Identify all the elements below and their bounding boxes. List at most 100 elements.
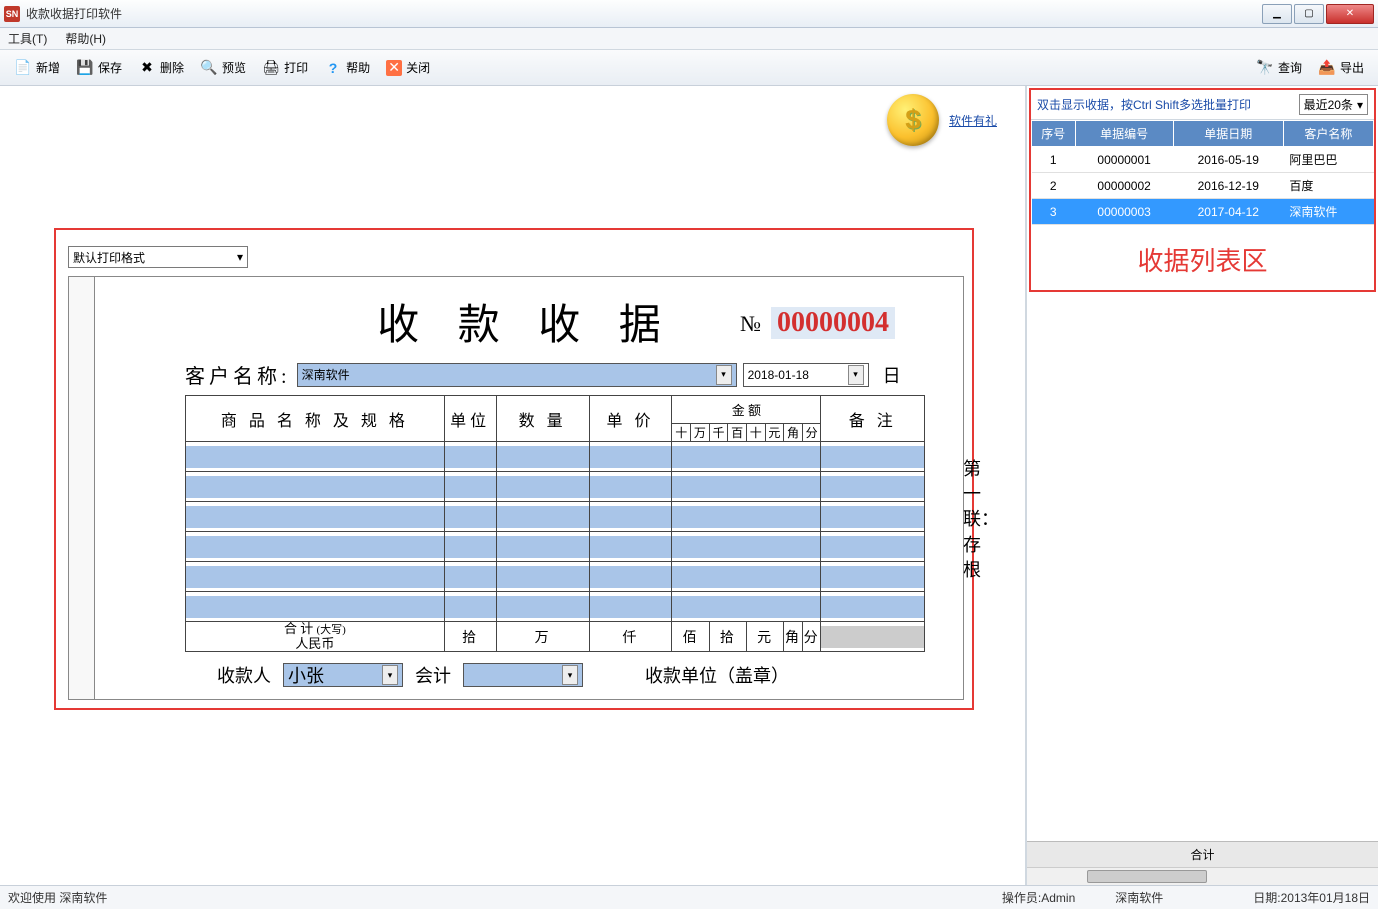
col-price: 单 价 (589, 396, 672, 442)
sum-row: 合计 (1027, 841, 1378, 867)
binoculars-icon: 🔭 (1256, 59, 1274, 77)
help-button[interactable]: ? 帮助 (316, 56, 378, 80)
list-row[interactable]: 2000000022016-12-19百度 (1032, 173, 1374, 199)
status-bar: 欢迎使用 深南软件 操作员:Admin 深南软件 日期:2013年01月18日 (0, 885, 1378, 909)
status-operator: 操作员:Admin (1002, 889, 1075, 906)
save-button[interactable]: 💾 保存 (68, 56, 130, 80)
customer-label: 客户名称: (185, 360, 291, 389)
print-icon: 🖨 (262, 59, 280, 77)
copy-side-text: 第一联：存 根 (963, 457, 983, 583)
chevron-down-icon: ▾ (382, 665, 398, 685)
menu-help[interactable]: 帮助(H) (65, 30, 106, 47)
chevron-down-icon: ▾ (848, 365, 864, 385)
chevron-down-icon: ▾ (1357, 98, 1363, 112)
app-icon: SN (4, 6, 20, 22)
export-button[interactable]: 📤 导出 (1310, 56, 1372, 80)
customer-combo[interactable]: 深南软件 ▾ (297, 363, 737, 387)
recent-select[interactable]: 最近20条 ▾ (1299, 94, 1368, 115)
search-button[interactable]: 🔭 查询 (1248, 56, 1310, 80)
window-title: 收款收据打印软件 (26, 5, 1260, 22)
receipt-list-table: 序号 单据编号 单据日期 客户名称 1000000012016-05-19阿里巴… (1031, 120, 1374, 225)
help-label: 帮助 (346, 59, 370, 76)
col-seq[interactable]: 序号 (1032, 121, 1076, 147)
col-product: 商 品 名 称 及 规 格 (186, 396, 445, 442)
maximize-button[interactable]: ▢ (1294, 4, 1324, 24)
item-row[interactable] (186, 502, 925, 532)
preview-button[interactable]: 🔍 预览 (192, 56, 254, 80)
col-remark: 备 注 (821, 396, 925, 442)
col-doc-date[interactable]: 单据日期 (1173, 121, 1283, 147)
payee-label: 收款人 (217, 662, 271, 688)
coin-icon: $ (887, 94, 939, 146)
col-unit: 单位 (444, 396, 496, 442)
receipt-no-label: № (740, 311, 761, 337)
total-row: 合 计 (大写) 人民币 拾 万 仟 佰 拾 元 角 分 (186, 622, 925, 652)
save-label: 保存 (98, 59, 122, 76)
scrollbar-thumb[interactable] (1087, 870, 1207, 883)
col-qty: 数 量 (496, 396, 589, 442)
day-label: 日 (883, 362, 901, 388)
payee-value: 小张 (288, 662, 324, 688)
item-row[interactable] (186, 592, 925, 622)
delete-label: 删除 (160, 59, 184, 76)
receipt-list-pane: 双击显示收据，按Ctrl Shift多选批量打印 最近20条 ▾ 序号 单据编号… (1026, 86, 1378, 885)
col-doc-no[interactable]: 单据编号 (1075, 121, 1173, 147)
list-row[interactable]: 1000000012016-05-19阿里巴巴 (1032, 147, 1374, 173)
title-bar: SN 收款收据打印软件 ▁ ▢ ✕ (0, 0, 1378, 28)
total-label: 合 计 (大写) 人民币 (186, 622, 445, 652)
receipt-document: 收 款 收 据 № 00000004 客户名称: 深南软件 ▾ 2018-01-… (68, 276, 964, 700)
stamp-label: 收款单位（盖章） (645, 662, 789, 688)
chevron-down-icon: ▾ (716, 365, 732, 385)
minimize-button[interactable]: ▁ (1262, 4, 1292, 24)
close-window-button[interactable]: ✕ (1326, 4, 1374, 24)
customer-value: 深南软件 (302, 366, 350, 383)
horizontal-scrollbar[interactable] (1027, 867, 1378, 885)
new-icon: 📄 (14, 59, 32, 77)
item-row[interactable] (186, 472, 925, 502)
print-format-value: 默认打印格式 (73, 249, 145, 266)
item-row[interactable] (186, 442, 925, 472)
accountant-label: 会计 (415, 662, 451, 688)
menu-tools[interactable]: 工具(T) (8, 30, 47, 47)
accountant-combo[interactable]: ▾ (463, 663, 583, 687)
search-label: 查询 (1278, 59, 1302, 76)
new-label: 新增 (36, 59, 60, 76)
receipt-items-table: 商 品 名 称 及 规 格 单位 数 量 单 价 金 额 备 注 十 万 千 百… (185, 395, 925, 652)
menu-bar: 工具(T) 帮助(H) (0, 28, 1378, 50)
document-ruler (69, 277, 95, 699)
save-icon: 💾 (76, 59, 94, 77)
date-combo[interactable]: 2018-01-18 ▾ (743, 363, 869, 387)
gift-link[interactable]: 软件有礼 (949, 112, 997, 129)
chevron-down-icon: ▾ (237, 250, 243, 264)
delete-button[interactable]: ✖ 删除 (130, 56, 192, 80)
export-icon: 📤 (1318, 59, 1336, 77)
help-icon: ? (324, 59, 342, 77)
receipt-no-value[interactable]: 00000004 (771, 307, 895, 339)
col-amount: 金 额 (672, 396, 821, 424)
list-row[interactable]: 3000000032017-04-12深南软件 (1032, 199, 1374, 225)
receipt-list-frame: 双击显示收据，按Ctrl Shift多选批量打印 最近20条 ▾ 序号 单据编号… (1029, 88, 1376, 292)
receipt-pane: $ 软件有礼 收据信息区 默认打印格式 ▾ 收 款 收 据 № 00000004… (0, 86, 1026, 885)
chevron-down-icon: ▾ (562, 665, 578, 685)
payee-combo[interactable]: 小张 ▾ (283, 663, 403, 687)
status-company: 深南软件 (1115, 889, 1163, 906)
export-label: 导出 (1340, 59, 1364, 76)
toolbar: 📄 新增 💾 保存 ✖ 删除 🔍 预览 🖨 打印 ? 帮助 ✕ 关闭 🔭 查询 … (0, 50, 1378, 86)
item-row[interactable] (186, 562, 925, 592)
close-button[interactable]: ✕ 关闭 (378, 56, 438, 79)
preview-icon: 🔍 (200, 59, 218, 77)
print-button[interactable]: 🖨 打印 (254, 56, 316, 80)
delete-icon: ✖ (138, 59, 156, 77)
close-icon: ✕ (386, 60, 402, 76)
close-label: 关闭 (406, 59, 430, 76)
item-row[interactable] (186, 532, 925, 562)
new-button[interactable]: 📄 新增 (6, 56, 68, 80)
print-format-select[interactable]: 默认打印格式 ▾ (68, 246, 248, 268)
status-date: 日期:2013年01月18日 (1253, 889, 1370, 906)
list-area-label: 收据列表区 (1031, 225, 1374, 282)
date-value: 2018-01-18 (748, 368, 809, 382)
print-label: 打印 (284, 59, 308, 76)
status-welcome: 欢迎使用 深南软件 (8, 889, 107, 906)
preview-label: 预览 (222, 59, 246, 76)
col-customer[interactable]: 客户名称 (1283, 121, 1373, 147)
